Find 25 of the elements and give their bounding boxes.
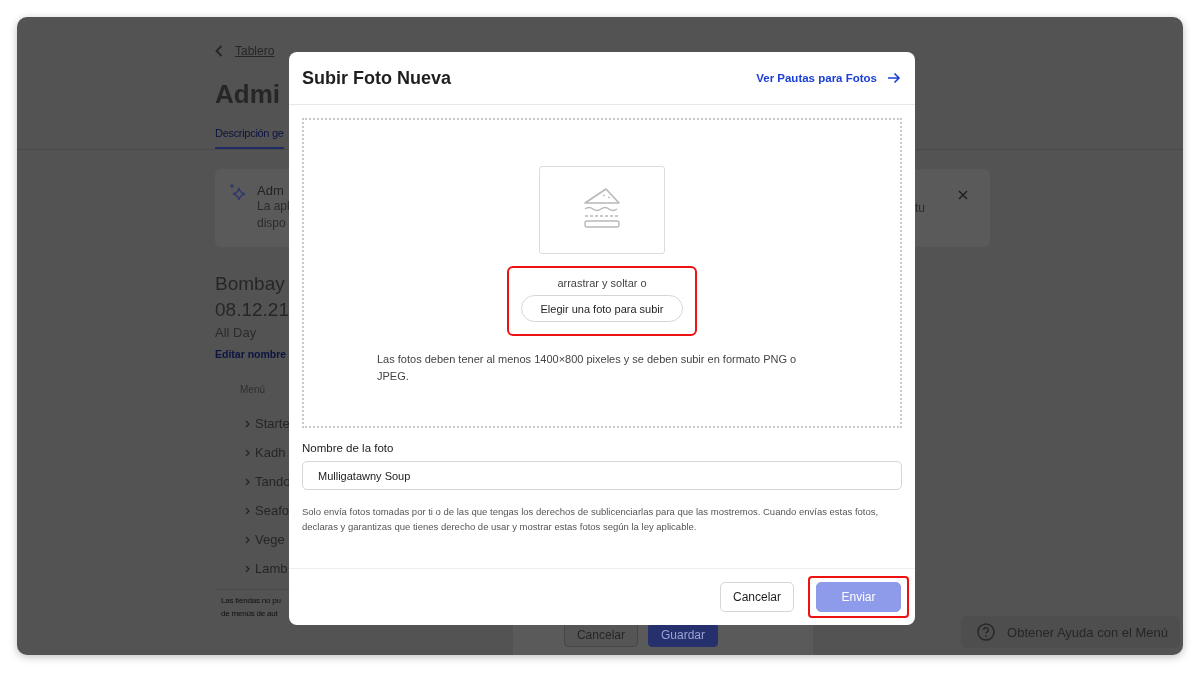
choose-photo-button[interactable]: Elegir una foto para subir — [520, 295, 684, 322]
chevron-icon — [245, 506, 250, 515]
back-icon[interactable] — [215, 45, 223, 57]
sparkle-icon — [229, 183, 247, 201]
chevron-icon — [245, 477, 250, 486]
chevron-icon — [245, 535, 250, 544]
photo-name-field[interactable]: Mulligatawny Soup — [302, 461, 902, 490]
drop-hint: arrastrar y soltar o — [557, 277, 647, 289]
chevron-icon — [245, 419, 250, 428]
requirements-text: Las fotos deben tener al menos 1400×800 pixeles y se deben subir en formato PNG o JPEG. — [377, 352, 798, 384]
arrow-right-icon — [887, 72, 901, 84]
field-label: Nombre de la foto — [302, 442, 395, 454]
dropzone[interactable]: arrastrar y soltar o Elegir una foto para subir Las fotos deben tener al menos 1400×800 pixeles y se deben subir en formato PNG o JPEG. — [302, 118, 902, 428]
chevron-icon — [245, 564, 250, 573]
guidelines-link[interactable]: Ver Pautas para Fotos — [756, 72, 901, 84]
notice-title: Adm — [257, 183, 285, 198]
save-button[interactable]: Guardar — [647, 623, 718, 647]
cancel-button[interactable]: Cancelar — [719, 582, 794, 612]
chevron-icon — [245, 448, 250, 457]
disclaimer-text: Solo envía fotos tomadas por ti o de las que tengas los derechos de sublicenciarlas para que las mostremos. Cuando envías estas fotos, declaras y garantizas que tienes derecho de usar y mostrar estas fotos según la ley aplicable. — [302, 505, 880, 534]
close-icon[interactable] — [958, 190, 968, 200]
edit-link[interactable]: Editar nombre — [215, 348, 287, 360]
dialog-title: Subir Foto Nueva — [302, 67, 451, 89]
tab[interactable]: Descripción ge — [215, 123, 284, 149]
help-icon — [977, 623, 996, 641]
